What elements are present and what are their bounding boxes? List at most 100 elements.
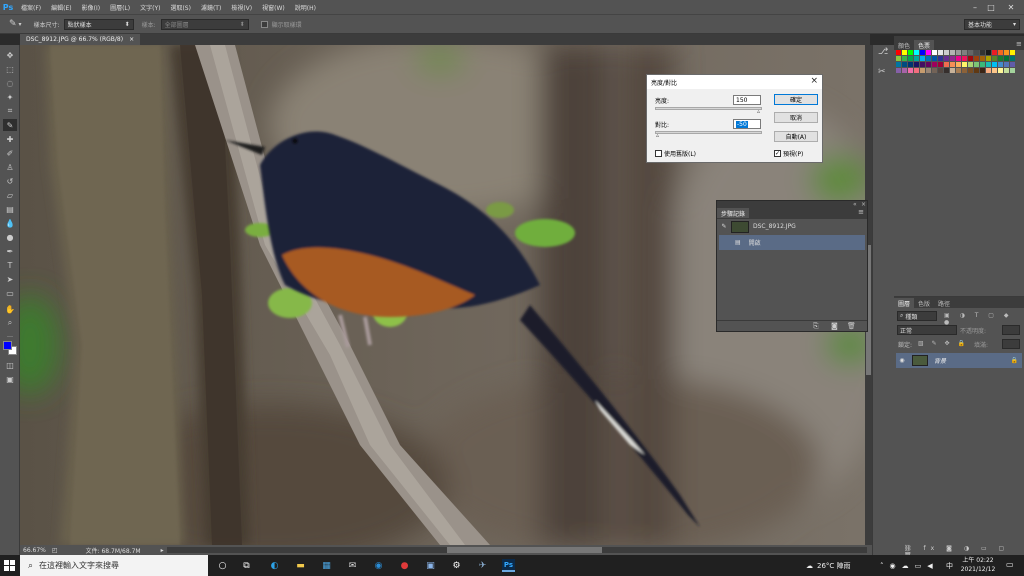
- microsoft-store-icon[interactable]: ▦: [320, 559, 333, 572]
- history-brush-source-icon[interactable]: ✎: [719, 223, 729, 230]
- show-sampling-ring-checkbox[interactable]: [260, 20, 268, 28]
- color-swatch[interactable]: [950, 68, 955, 73]
- mail-icon[interactable]: ✉: [346, 559, 359, 572]
- color-swatch[interactable]: [944, 50, 949, 55]
- brightness-slider-thumb[interactable]: ▵: [757, 109, 762, 115]
- blend-mode-select[interactable]: 正常: [897, 325, 957, 335]
- color-swatch[interactable]: [962, 50, 967, 55]
- color-swatch[interactable]: [932, 56, 937, 61]
- clone-stamp-tool-icon[interactable]: ♙: [3, 161, 17, 173]
- gradient-tool-icon[interactable]: ▤: [3, 203, 17, 215]
- color-swatch[interactable]: [986, 50, 991, 55]
- layer-row[interactable]: ◉ 背景 🔒: [896, 353, 1022, 368]
- color-swatch[interactable]: [974, 50, 979, 55]
- crop-tool-icon[interactable]: ⌗: [3, 105, 17, 117]
- tool-presets-icon[interactable]: ✂: [878, 67, 891, 80]
- color-swatch[interactable]: [938, 68, 943, 73]
- maximize-button[interactable]: □: [984, 0, 998, 14]
- color-swatch[interactable]: [896, 62, 901, 67]
- history-panel-header[interactable]: « ×: [717, 201, 867, 208]
- workspace-select[interactable]: 基本功能 ▾: [964, 19, 1020, 30]
- color-swatch[interactable]: [944, 62, 949, 67]
- pen-tool-icon[interactable]: ✒: [3, 245, 17, 257]
- horizontal-scrollbar[interactable]: [167, 547, 867, 553]
- color-swatch[interactable]: [998, 68, 1003, 73]
- color-swatch[interactable]: [956, 56, 961, 61]
- color-swatch[interactable]: [992, 50, 997, 55]
- color-swatch[interactable]: [932, 50, 937, 55]
- zoom-tool-icon[interactable]: ⌕: [3, 317, 17, 329]
- panel-menu-icon[interactable]: ≡: [858, 208, 864, 219]
- menu-filter[interactable]: 濾鏡(T): [196, 3, 226, 12]
- color-swatch[interactable]: [926, 56, 931, 61]
- color-swatch[interactable]: [896, 56, 901, 61]
- close-icon[interactable]: ×: [861, 201, 866, 208]
- settings-gear-icon[interactable]: ⚙: [450, 559, 463, 572]
- color-swatch[interactable]: [896, 68, 901, 73]
- app-red-icon[interactable]: ●: [398, 559, 411, 572]
- color-swatch[interactable]: [986, 68, 991, 73]
- color-swatch[interactable]: [902, 56, 907, 61]
- new-document-from-state-icon[interactable]: ⎘: [813, 322, 819, 331]
- hand-tool-icon[interactable]: ✋: [3, 303, 17, 315]
- marquee-tool-icon[interactable]: ⬚: [3, 63, 17, 75]
- windows-start-icon[interactable]: [4, 560, 15, 571]
- color-swatch[interactable]: [902, 62, 907, 67]
- color-swatch[interactable]: [974, 68, 979, 73]
- contrast-slider-thumb[interactable]: ▵: [656, 133, 661, 139]
- edge-browser-icon[interactable]: ◐: [268, 559, 281, 572]
- color-swatch[interactable]: [902, 50, 907, 55]
- tab-history[interactable]: 步驟記錄: [717, 208, 750, 218]
- tab-paths[interactable]: 路徑: [934, 298, 954, 308]
- eyedropper-tool-icon[interactable]: ✎: [9, 19, 17, 29]
- color-swatch[interactable]: [926, 62, 931, 67]
- rectangle-tool-icon[interactable]: ▭: [3, 287, 17, 299]
- move-tool-icon[interactable]: ✥: [3, 49, 17, 61]
- color-swatch[interactable]: [1004, 62, 1009, 67]
- app-tray-icon[interactable]: ◉: [890, 562, 902, 570]
- contrast-slider[interactable]: ▵: [655, 131, 762, 139]
- color-swatch[interactable]: [992, 68, 997, 73]
- menu-image[interactable]: 影像(I): [77, 3, 105, 12]
- cancel-button[interactable]: 取消: [774, 112, 818, 123]
- brightness-input[interactable]: 150: [733, 95, 761, 105]
- color-swatch[interactable]: [1004, 68, 1009, 73]
- dialog-title-bar[interactable]: 亮度/對比 ×: [647, 75, 822, 89]
- color-swatch[interactable]: [986, 62, 991, 67]
- notification-icon[interactable]: ▭: [1006, 560, 1014, 569]
- color-swatch[interactable]: [950, 62, 955, 67]
- color-swatch[interactable]: [896, 50, 901, 55]
- menu-window[interactable]: 視窗(W): [257, 3, 290, 12]
- color-swatch[interactable]: [986, 56, 991, 61]
- color-swatch[interactable]: [968, 50, 973, 55]
- color-swatch[interactable]: [944, 68, 949, 73]
- color-swatch[interactable]: [914, 68, 919, 73]
- onedrive-icon[interactable]: ☁: [902, 562, 915, 570]
- color-swatch[interactable]: [920, 62, 925, 67]
- app-feather-icon[interactable]: ✈: [476, 559, 489, 572]
- sample-size-select[interactable]: 點狀樣本 ⬍: [63, 18, 134, 30]
- color-swatch[interactable]: [908, 62, 913, 67]
- healing-brush-tool-icon[interactable]: ✚: [3, 133, 17, 145]
- color-swatch[interactable]: [998, 62, 1003, 67]
- color-swatch[interactable]: [992, 56, 997, 61]
- document-tab[interactable]: DSC_8912.JPG @ 66.7% (RGB/8) ×: [20, 34, 141, 45]
- color-swatch[interactable]: [926, 50, 931, 55]
- color-swatch[interactable]: [956, 50, 961, 55]
- color-swatch[interactable]: [938, 56, 943, 61]
- ime-indicator[interactable]: 中: [946, 555, 953, 576]
- tab-swatches[interactable]: 色票: [914, 40, 935, 50]
- sample-select[interactable]: 全部圖層 ⬍: [160, 18, 249, 30]
- color-swatch[interactable]: [956, 68, 961, 73]
- menu-edit[interactable]: 編輯(E): [46, 3, 76, 12]
- color-swatch[interactable]: [1010, 62, 1015, 67]
- color-swatch[interactable]: [980, 68, 985, 73]
- photoshop-taskbar-icon[interactable]: Ps: [502, 559, 515, 572]
- color-swatch[interactable]: [968, 56, 973, 61]
- color-swatch[interactable]: [944, 56, 949, 61]
- history-brush-tool-icon[interactable]: ↺: [3, 175, 17, 187]
- trash-icon[interactable]: 🗑: [847, 322, 856, 330]
- taskbar-search-box[interactable]: ⌕ 在這裡輸入文字來搜尋: [20, 555, 208, 576]
- close-window-button[interactable]: ✕: [1004, 0, 1018, 14]
- close-tab-icon[interactable]: ×: [129, 36, 134, 43]
